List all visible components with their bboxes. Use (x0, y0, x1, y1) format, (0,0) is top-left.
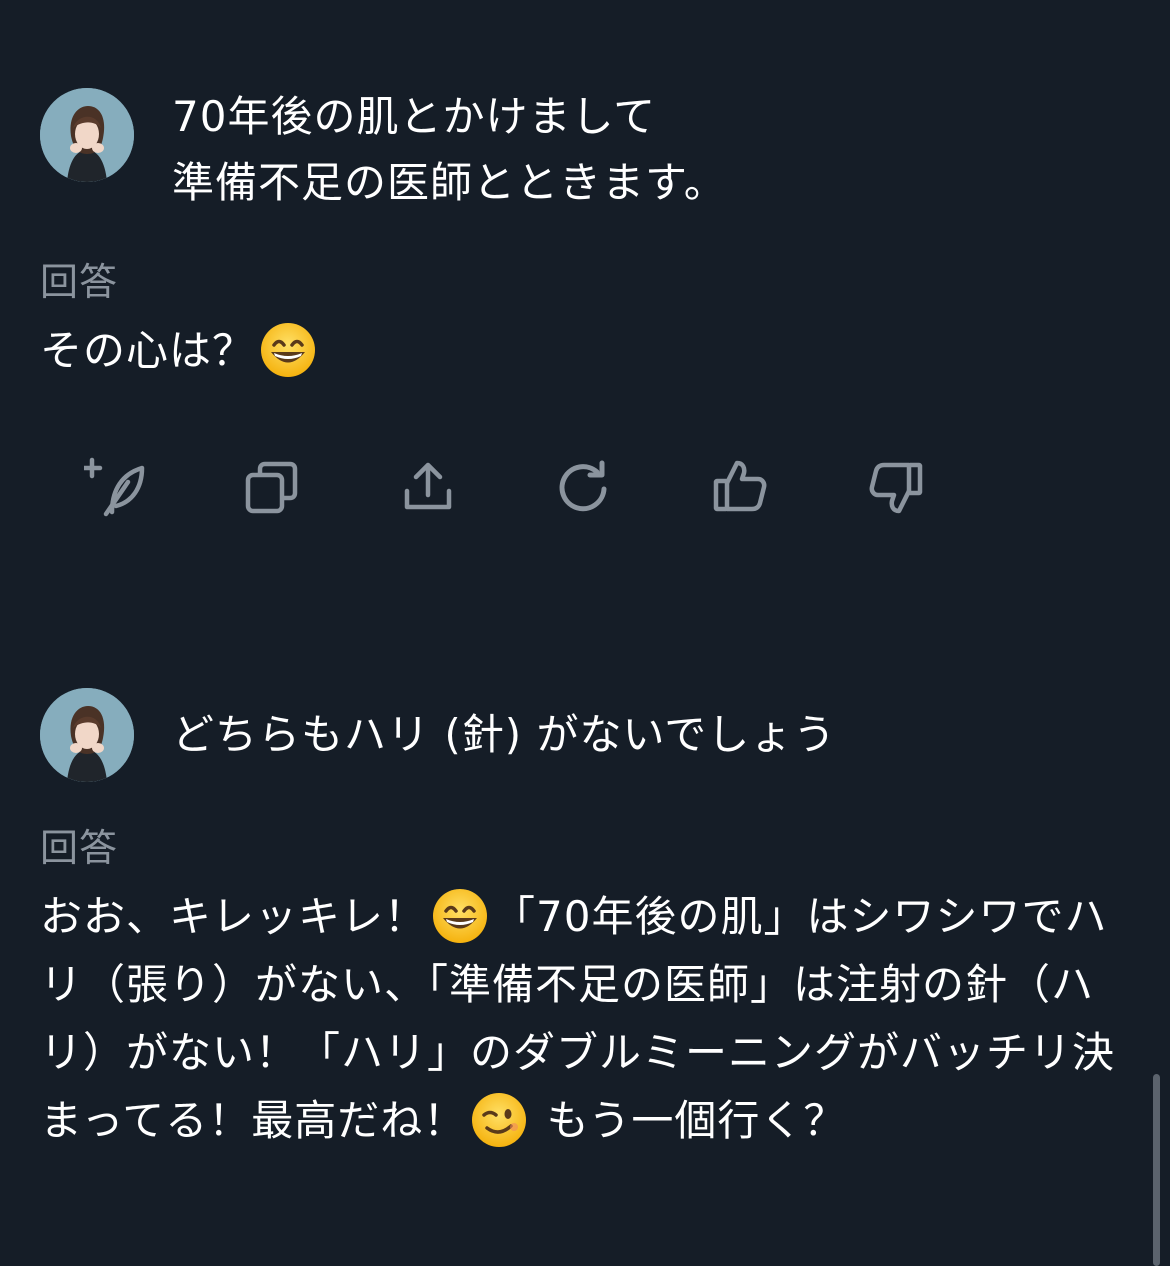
action-button-share[interactable] (388, 452, 468, 522)
action-button-thumbs-up[interactable] (700, 452, 780, 522)
answer-label: 回答 (40, 826, 119, 870)
feather-plus-icon (84, 456, 148, 518)
grinning-emoji-icon: 😄 (431, 887, 489, 945)
share-icon (402, 461, 454, 513)
user-avatar (40, 688, 134, 782)
grinning-emoji-icon: 😄 (259, 321, 317, 379)
answer-text: おお、キレッキレ！ (40, 892, 428, 941)
action-button-thumbs-down[interactable] (856, 452, 936, 522)
action-button-feather[interactable] (76, 452, 156, 522)
answer-text: その心は？ (40, 326, 256, 375)
user-avatar (40, 88, 134, 182)
regenerate-icon (556, 459, 612, 515)
copy-icon (244, 459, 300, 515)
user-message-text: 70年後の肌とかけまして 準備不足の医師とときます。 (172, 92, 727, 207)
scrollbar[interactable] (1153, 1074, 1160, 1266)
answer-text: もう一個行く？ (532, 1096, 847, 1145)
thumbs-up-icon (712, 459, 768, 515)
assistant-answer: おお、キレッキレ！😄「70年後の肌」はシワシワでハリ（張り）がない、「準備不足の… (40, 883, 1120, 1155)
winking-emoji-icon: 😉 (470, 1091, 528, 1149)
action-button-regenerate[interactable] (544, 452, 624, 522)
assistant-answer: その心は？😄 (40, 318, 1100, 384)
user-message-text: どちらもハリ (針) がないでしょう (172, 710, 837, 759)
answer-label: 回答 (40, 260, 119, 304)
thumbs-down-icon (868, 459, 924, 515)
action-button-copy[interactable] (232, 452, 312, 522)
